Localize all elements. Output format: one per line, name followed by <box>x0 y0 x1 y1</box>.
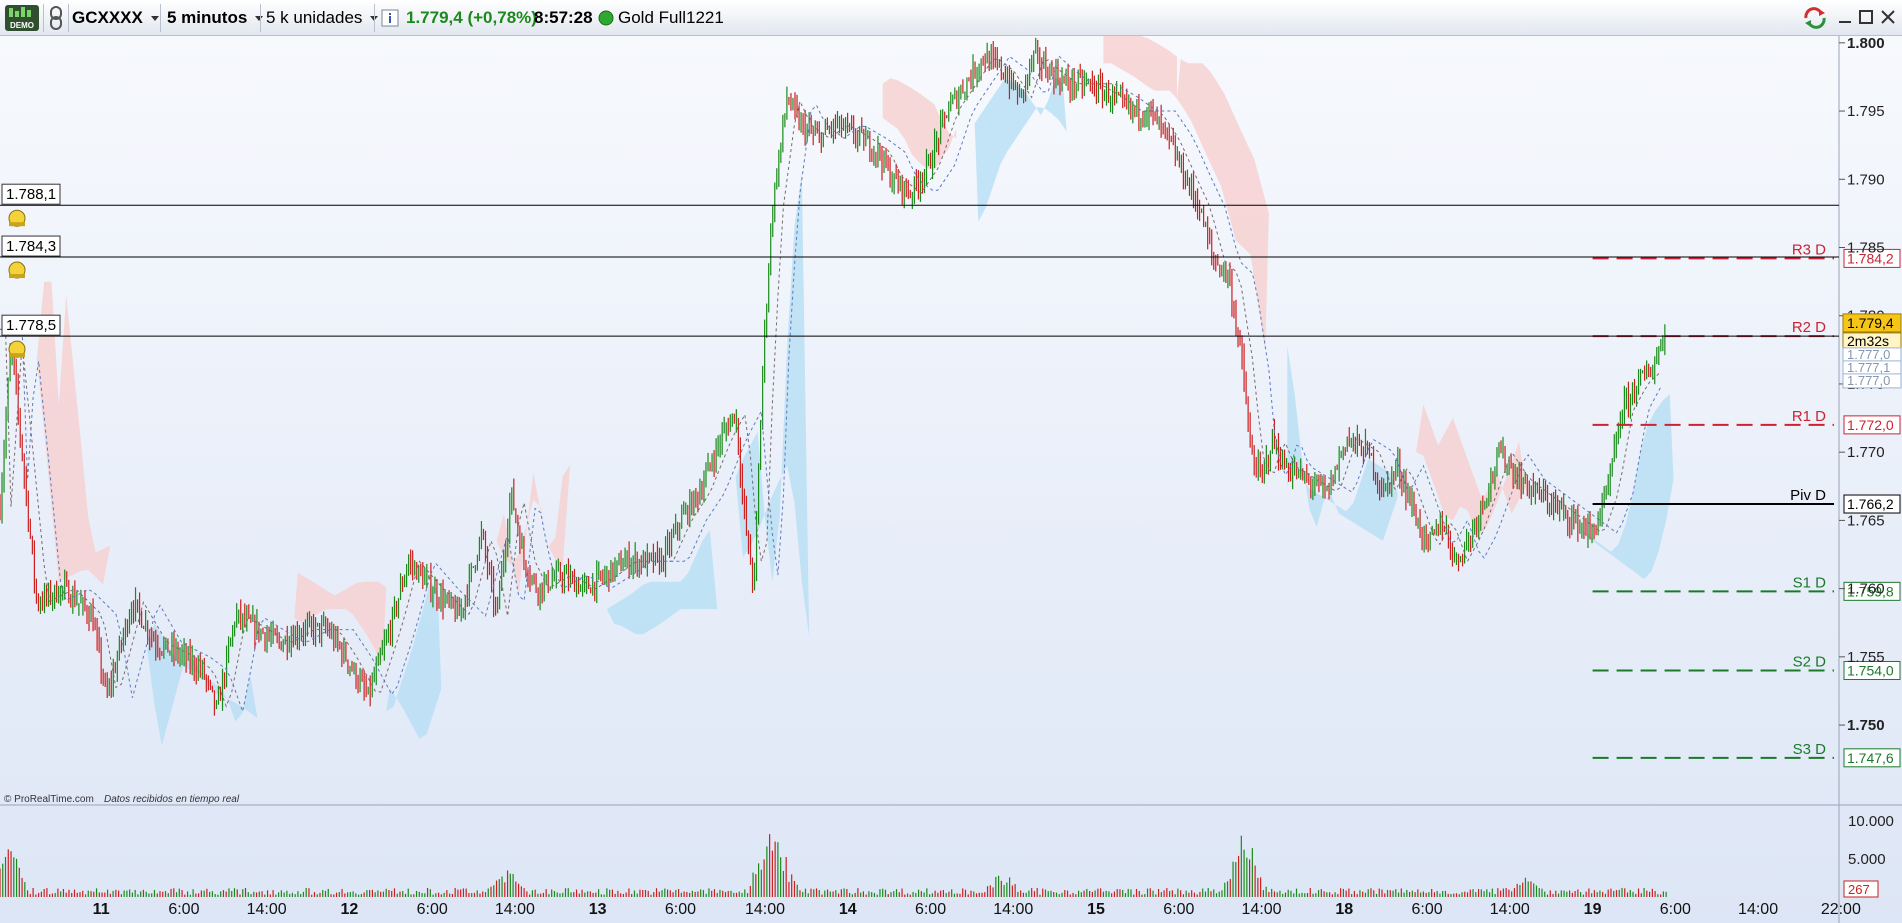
toolbar-divider <box>68 4 69 32</box>
pivot-price-label: 1.747,6 <box>1847 750 1894 766</box>
time-axis-label: 14:00 <box>1738 901 1778 918</box>
bell-icon <box>8 340 26 358</box>
volume-axis-label: 5.000 <box>1848 851 1886 868</box>
copyright-text: © ProRealTime.com <box>4 794 94 805</box>
price-axis-label: 1.800 <box>1847 36 1885 52</box>
price-axis-label: 1.765 <box>1847 512 1885 529</box>
status-dot-icon <box>598 4 614 32</box>
maximize-icon[interactable] <box>1858 8 1874 31</box>
pivot-name: S3 D <box>1793 741 1827 758</box>
bell-base <box>9 222 25 227</box>
chart-background <box>0 36 1902 923</box>
timeframe-selector[interactable]: 5 minutos <box>167 4 264 32</box>
last-price: 1.779,4 (+0,78%) <box>406 4 537 32</box>
pivot-name: R2 D <box>1792 319 1826 336</box>
bell-base <box>9 274 25 279</box>
price-axis-label: 1.770 <box>1847 444 1885 461</box>
time-axis-label: 19 <box>1584 901 1602 918</box>
time-axis-label: 18 <box>1335 901 1353 918</box>
price-axis-label: 1.760 <box>1847 581 1885 598</box>
time-axis-label: 14:00 <box>993 901 1033 918</box>
demo-badge-icon[interactable]: DEMO <box>4 4 40 32</box>
sync-icon[interactable] <box>1802 4 1828 32</box>
price-axis-label: 1.795 <box>1847 103 1885 120</box>
volume-last-label: 267 <box>1848 882 1870 897</box>
time-axis-label: 14:00 <box>495 901 535 918</box>
pivot-price-label: 1.766,2 <box>1847 496 1894 512</box>
alert-price-label: 1.778,5 <box>6 317 56 334</box>
time-axis-label: 6:00 <box>1660 901 1691 918</box>
time-axis-label: 6:00 <box>1411 901 1442 918</box>
pivot-name: Piv D <box>1790 487 1826 504</box>
chevron-down-icon <box>150 15 159 21</box>
info-icon[interactable] <box>381 4 399 32</box>
time-axis-label: 6:00 <box>915 901 946 918</box>
price-change: (+0,78%) <box>467 8 537 27</box>
demo-badge-label: DEMO <box>10 21 34 30</box>
units-label: 5 k unidades <box>266 8 363 27</box>
link-icon[interactable] <box>47 4 65 32</box>
indicator-tag-label: 1.777,0 <box>1847 373 1890 388</box>
close-icon[interactable] <box>1880 8 1896 31</box>
toolbar-divider <box>43 4 44 32</box>
time-axis-label: 13 <box>589 901 607 918</box>
price-axis-label: 1.785 <box>1847 239 1885 256</box>
time-axis-label: 6:00 <box>665 901 696 918</box>
toolbar-divider <box>260 4 261 32</box>
time-axis-label: 14:00 <box>1242 901 1282 918</box>
time-axis-label: 6:00 <box>1163 901 1194 918</box>
toolbar-divider <box>160 4 161 32</box>
clock-time: 8:57:28 <box>534 8 593 27</box>
time-axis-label: 14 <box>839 901 857 918</box>
time-axis-label: 14:00 <box>247 901 287 918</box>
alert-price-label: 1.784,3 <box>6 238 56 255</box>
toolbar-divider <box>374 4 375 32</box>
pivot-name: R3 D <box>1792 241 1826 258</box>
current-price-label: 1.779,4 <box>1847 315 1894 331</box>
time-axis-label: 6:00 <box>168 901 199 918</box>
volume-axis-label: 10.000 <box>1848 813 1894 830</box>
price-chart[interactable]: R3 D1.784,2R2 D1.778,5R1 D1.772,0Piv D1.… <box>0 36 1902 923</box>
time-axis-label: 14:00 <box>745 901 785 918</box>
last-price-value: 1.779,4 <box>406 8 463 27</box>
pivot-name: R1 D <box>1792 408 1826 425</box>
time-axis-label: 14:00 <box>1490 901 1530 918</box>
chart-toolbar: DEMO GCXXXX 5 minutos 5 k unidades 1.779… <box>0 0 1902 36</box>
time-axis-label: 22:00 <box>1821 901 1861 918</box>
price-axis-label: 1.755 <box>1847 649 1885 666</box>
pivot-price-label: 1.772,0 <box>1847 417 1894 433</box>
price-axis-label: 1.790 <box>1847 171 1885 188</box>
units-selector[interactable]: 5 k unidades <box>266 4 379 32</box>
price-axis-label: 1.750 <box>1847 717 1885 734</box>
bell-base <box>9 353 25 358</box>
instrument-name: Gold Full1221 <box>618 8 724 27</box>
realtime-note: Datos recibidos en tiempo real <box>104 794 240 805</box>
time-axis-label: 12 <box>341 901 359 918</box>
minimize-icon[interactable] <box>1838 8 1852 31</box>
time-axis-label: 6:00 <box>417 901 448 918</box>
bell-icon <box>8 209 26 227</box>
pivot-name: S2 D <box>1793 653 1827 670</box>
symbol-label: GCXXXX <box>72 8 143 27</box>
time-axis-label: 11 <box>93 901 110 918</box>
pivot-name: S1 D <box>1793 574 1827 591</box>
time-axis-label: 15 <box>1087 901 1105 918</box>
timeframe-label: 5 minutos <box>167 8 248 27</box>
symbol-selector[interactable]: GCXXXX <box>72 4 159 32</box>
alert-price-label: 1.788,1 <box>6 186 56 203</box>
bell-icon <box>8 261 26 279</box>
